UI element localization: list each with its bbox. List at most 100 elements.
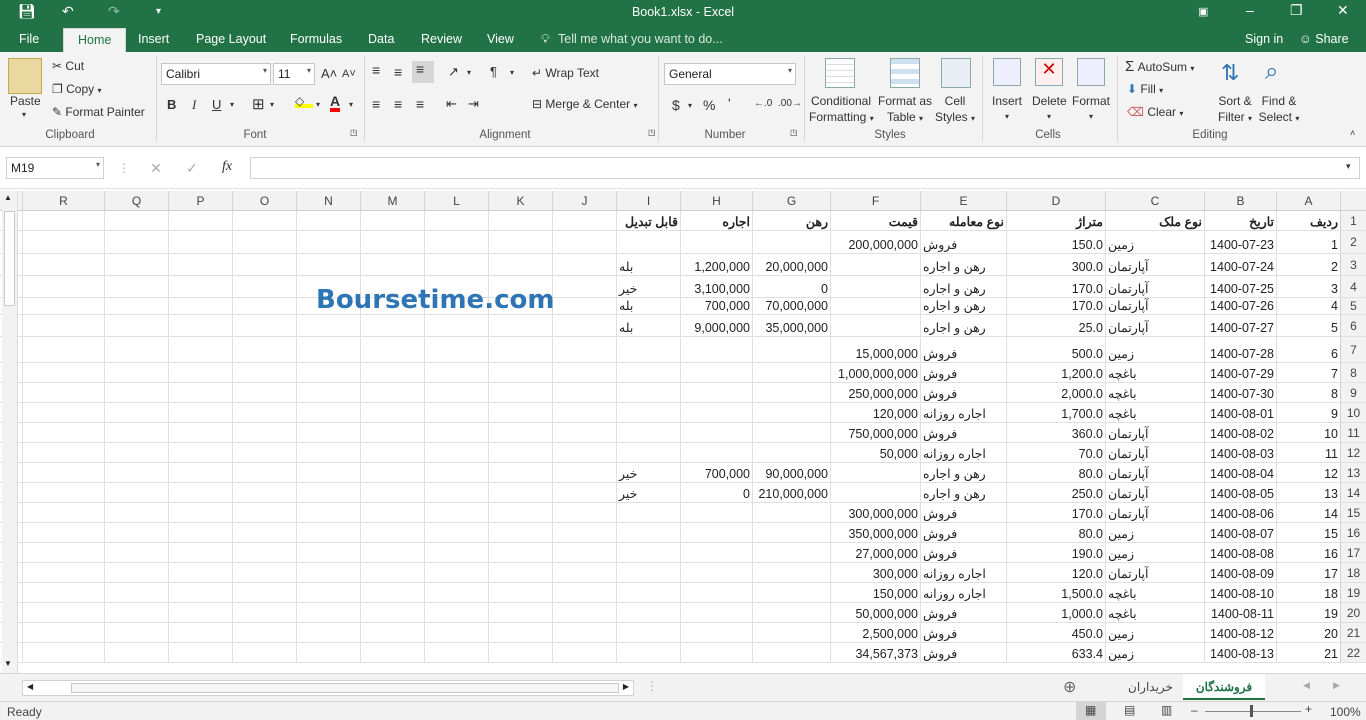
cell-C[interactable]: آپارتمان [1105, 254, 1204, 275]
top-align-icon[interactable]: ≡ [372, 62, 380, 78]
align-center-icon[interactable]: ≡ [394, 96, 402, 112]
cell-C[interactable]: آپارتمان [1105, 503, 1204, 522]
cell-D[interactable]: 633.4 [1006, 643, 1105, 662]
cell-G[interactable] [752, 363, 830, 382]
sheet-tab-buyers[interactable]: خریداران [1128, 680, 1173, 694]
cell-A[interactable]: 4 [1276, 298, 1340, 314]
cell-D[interactable]: 1,500.0 [1006, 583, 1105, 602]
cell-G[interactable] [752, 583, 830, 602]
tell-me-box[interactable]: Tell me what you want to do... [558, 32, 723, 46]
zoom-out-icon[interactable]: – [1191, 703, 1198, 717]
cell-L[interactable] [424, 543, 488, 562]
cell-H[interactable] [680, 543, 752, 562]
cell-E[interactable]: فروش [920, 383, 1006, 402]
delete-cells-button[interactable]: Delete ▾ [1032, 94, 1067, 122]
insert-function-icon[interactable]: fx [222, 159, 232, 175]
column-header[interactable]: I [616, 191, 680, 211]
cancel-icon[interactable]: ✕ [150, 160, 162, 177]
cell-E[interactable]: فروش [920, 503, 1006, 522]
paste-icon[interactable] [8, 58, 42, 94]
cell-C[interactable]: باغچه [1105, 403, 1204, 422]
cell-C[interactable]: آپارتمان [1105, 443, 1204, 462]
row-header[interactable]: 18 [1340, 563, 1366, 582]
cell-M[interactable] [360, 463, 424, 482]
cell-O[interactable] [232, 583, 296, 602]
merge-center-button[interactable]: ⊟ Merge & Center ▾ [532, 97, 637, 111]
cell-A[interactable]: 8 [1276, 383, 1340, 402]
cell-B[interactable]: 1400-07-28 [1204, 337, 1276, 362]
font-size-select[interactable]: 11 ▾ [273, 63, 315, 85]
cell-D[interactable]: متراژ [1006, 211, 1105, 230]
cell-I[interactable]: خیر [616, 483, 680, 502]
cell-A[interactable]: 18 [1276, 583, 1340, 602]
name-box[interactable]: M19 ▾ [6, 157, 104, 179]
cell-A[interactable]: ردیف [1276, 211, 1340, 230]
cell-R[interactable] [22, 363, 104, 382]
row-header[interactable]: 4 [1340, 276, 1366, 297]
increase-indent-icon[interactable]: ⇥ [468, 96, 479, 112]
cell-L[interactable] [424, 563, 488, 582]
cell-Q[interactable] [104, 483, 168, 502]
cell-B[interactable]: 1400-08-12 [1204, 623, 1276, 642]
cell-H[interactable] [680, 443, 752, 462]
cell-Q[interactable] [104, 403, 168, 422]
cell-O[interactable] [232, 276, 296, 297]
cell-P[interactable] [168, 603, 232, 622]
horizontal-scroll-thumb[interactable] [71, 683, 619, 693]
cell-O[interactable] [232, 315, 296, 336]
cell-R[interactable] [22, 231, 104, 253]
cell-I[interactable] [616, 503, 680, 522]
cell-I[interactable] [616, 523, 680, 542]
cell-P[interactable] [168, 337, 232, 362]
cell-C[interactable]: آپارتمان [1105, 276, 1204, 297]
cell-N[interactable] [296, 483, 360, 502]
cell-K[interactable] [488, 403, 552, 422]
scroll-down-icon[interactable]: ▼ [4, 659, 12, 668]
cell-P[interactable] [168, 443, 232, 462]
cell-J[interactable] [552, 523, 616, 542]
cell-L[interactable] [424, 423, 488, 442]
number-dialog-launcher-icon[interactable]: ◳ [790, 128, 798, 137]
cell-I[interactable] [616, 231, 680, 253]
cell-C[interactable]: آپارتمان [1105, 423, 1204, 442]
cell-E[interactable]: اجاره روزانه [920, 563, 1006, 582]
cell-B[interactable]: 1400-08-05 [1204, 483, 1276, 502]
cell-Q[interactable] [104, 423, 168, 442]
page-layout-view-icon[interactable]: ▤ [1124, 703, 1135, 717]
cell-K[interactable] [488, 643, 552, 662]
cell-G[interactable]: رهن [752, 211, 830, 230]
cell-G[interactable] [752, 503, 830, 522]
tab-data[interactable]: Data [368, 32, 394, 46]
cell-B[interactable]: 1400-07-25 [1204, 276, 1276, 297]
cell-O[interactable] [232, 443, 296, 462]
sheet-prev-icon[interactable]: ◀ [1303, 680, 1310, 691]
cell-H[interactable]: 700,000 [680, 298, 752, 314]
row-header[interactable]: 12 [1340, 443, 1366, 462]
sheet-tab-sellers[interactable]: فروشندگان [1183, 674, 1265, 700]
cell-C[interactable]: باغچه [1105, 603, 1204, 622]
cell-P[interactable] [168, 643, 232, 662]
cell-D[interactable]: 1,000.0 [1006, 603, 1105, 622]
cell-D[interactable]: 70.0 [1006, 443, 1105, 462]
cell-E[interactable]: رهن و اجاره [920, 463, 1006, 482]
cell-B[interactable]: 1400-08-06 [1204, 503, 1276, 522]
cell-C[interactable]: زمین [1105, 623, 1204, 642]
cell-O[interactable] [232, 643, 296, 662]
cell-P[interactable] [168, 463, 232, 482]
cell-Q[interactable] [104, 337, 168, 362]
cell-R[interactable] [22, 483, 104, 502]
cell-K[interactable] [488, 337, 552, 362]
cell-R[interactable] [22, 503, 104, 522]
cell-E[interactable]: فروش [920, 523, 1006, 542]
ribbon-display-icon[interactable]: ▣ [1198, 5, 1208, 18]
cell-R[interactable] [22, 276, 104, 297]
column-header[interactable]: J [552, 191, 616, 211]
cell-K[interactable] [488, 543, 552, 562]
tab-page-layout[interactable]: Page Layout [196, 32, 266, 46]
row-header[interactable]: 8 [1340, 363, 1366, 382]
cell-P[interactable] [168, 543, 232, 562]
cell-G[interactable] [752, 563, 830, 582]
cell-O[interactable] [232, 563, 296, 582]
cell-J[interactable] [552, 254, 616, 275]
cell-R[interactable] [22, 523, 104, 542]
